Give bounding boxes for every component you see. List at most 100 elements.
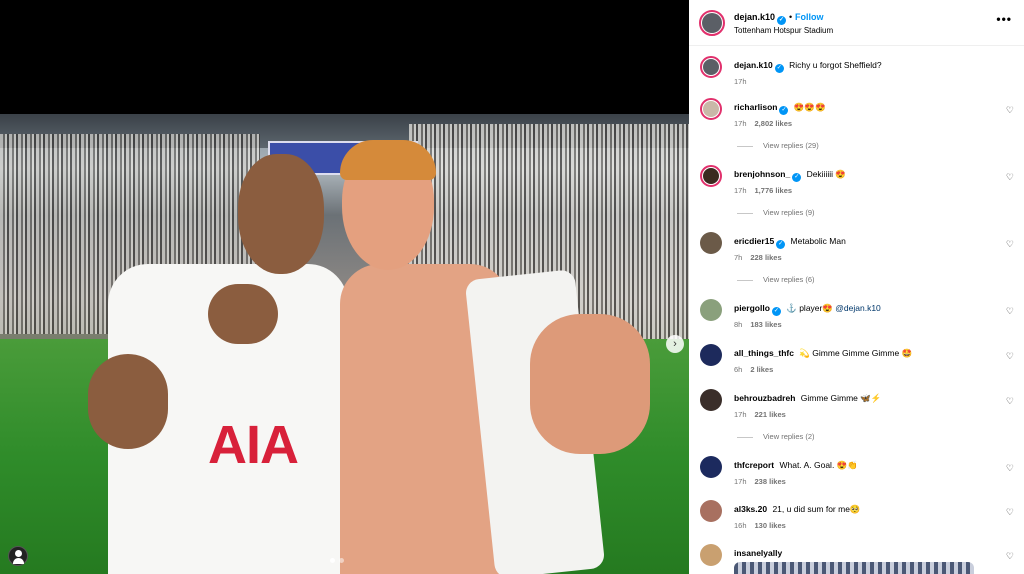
comment-text: al3ks.20 21, u did sum for me🥺	[734, 504, 861, 515]
verified-icon: ✓	[779, 106, 789, 115]
commenter-avatar[interactable]	[700, 456, 722, 478]
post-media: AIA ›	[0, 0, 689, 574]
comment-text: thfcreport What. A. Goal. 😍👏	[734, 460, 858, 471]
comment-text: ericdier15 ✓ Metabolic Man	[734, 236, 846, 249]
comment-meta: 17h 1,776 likes	[734, 186, 800, 195]
author-username[interactable]: dejan.k10 ✓	[734, 12, 787, 25]
like-heart-icon[interactable]: ♡	[1006, 463, 1014, 474]
like-heart-icon[interactable]: ♡	[1006, 239, 1014, 250]
commenter-avatar[interactable]	[700, 165, 722, 187]
view-replies-button[interactable]: View replies (6)	[737, 275, 815, 284]
comment-time[interactable]: 6h	[734, 365, 742, 374]
post-header: dejan.k10 ✓ • Follow Tottenham Hotspur St…	[689, 0, 1024, 46]
comment-likes[interactable]: 2 likes	[750, 365, 773, 374]
player-right-arm	[530, 314, 650, 454]
comment-time[interactable]: 8h	[734, 320, 742, 329]
commenter-username[interactable]: ericdier15	[734, 236, 774, 246]
carousel-dot	[330, 558, 335, 563]
tagged-users-icon[interactable]	[8, 546, 28, 566]
comment-text: all_things_thfc 💫 Gimme Gimme Gimme 🤩	[734, 348, 912, 359]
comment-time[interactable]: 17h	[734, 119, 747, 128]
comment-likes[interactable]: 130 likes	[755, 521, 786, 530]
comment-text: piergollo ✓ ⚓ player😍 @dejan.k10	[734, 303, 881, 316]
view-replies-button[interactable]: View replies (2)	[737, 432, 815, 441]
like-heart-icon[interactable]: ♡	[1006, 551, 1014, 562]
comment-body: Dekiiiiii 😍	[804, 169, 846, 179]
comment-likes[interactable]: 238 likes	[755, 477, 786, 486]
comment-time[interactable]: 17h	[734, 77, 747, 86]
commenter-avatar[interactable]	[700, 344, 722, 366]
commenter-avatar[interactable]	[700, 299, 722, 321]
like-heart-icon[interactable]: ♡	[1006, 507, 1014, 518]
comment-body: What. A. Goal. 😍👏	[777, 460, 858, 470]
commenter-avatar[interactable]	[700, 56, 722, 78]
commenter-avatar[interactable]	[700, 232, 722, 254]
commenter-avatar[interactable]	[700, 544, 722, 566]
comment-meta: 16h 130 likes	[734, 521, 794, 530]
comment-text: brenjohnson_ ✓ Dekiiiiii 😍	[734, 169, 846, 182]
view-replies-button[interactable]: View replies (29)	[737, 141, 819, 150]
comment-time[interactable]: 17h	[734, 186, 747, 195]
carousel-next-button[interactable]: ›	[666, 335, 684, 353]
player-right	[330, 140, 650, 574]
commenter-username[interactable]: al3ks.20	[734, 504, 767, 514]
verified-icon: ✓	[792, 173, 802, 182]
comments-panel: dejan.k10 ✓ • Follow Tottenham Hotspur St…	[689, 0, 1024, 574]
view-replies-button[interactable]: View replies (9)	[737, 208, 815, 217]
comment-meta: 17h	[734, 77, 755, 86]
carousel-dots	[330, 558, 344, 563]
media-preview-strip	[734, 562, 974, 574]
author-username-text[interactable]: dejan.k10	[734, 12, 775, 22]
comment-body: Richy u forgot Sheffield?	[786, 60, 882, 70]
commenter-username[interactable]: thfcreport	[734, 460, 774, 470]
comment-likes[interactable]: 221 likes	[755, 410, 786, 419]
comment-mention[interactable]: @dejan.k10	[835, 303, 881, 313]
comment-meta: 7h 228 likes	[734, 253, 790, 262]
post-location[interactable]: Tottenham Hotspur Stadium	[734, 26, 833, 35]
comment-body: Gimme Gimme 🦋⚡	[798, 393, 882, 403]
comment-time[interactable]: 17h	[734, 477, 747, 486]
like-heart-icon[interactable]: ♡	[1006, 306, 1014, 317]
commenter-avatar[interactable]	[700, 98, 722, 120]
commenter-username[interactable]: insanelyally	[734, 548, 782, 558]
verified-icon: ✓	[771, 307, 781, 316]
comment-likes[interactable]: 1,776 likes	[755, 186, 793, 195]
player-right-hair	[340, 140, 436, 180]
commenter-username[interactable]: behrouzbadreh	[734, 393, 795, 403]
comment-time[interactable]: 16h	[734, 521, 747, 530]
comment-time[interactable]: 17h	[734, 410, 747, 419]
comment-likes[interactable]: 2,802 likes	[755, 119, 793, 128]
shirt-sponsor-text: AIA	[208, 415, 299, 475]
more-options-icon[interactable]: •••	[996, 12, 1012, 26]
commenter-avatar[interactable]	[700, 389, 722, 411]
comment-likes[interactable]: 228 likes	[750, 253, 781, 262]
player-left-arm	[88, 354, 168, 449]
comment-time[interactable]: 7h	[734, 253, 742, 262]
comment-text: insanelyally	[734, 548, 785, 558]
like-heart-icon[interactable]: ♡	[1006, 172, 1014, 183]
like-heart-icon[interactable]: ♡	[1006, 351, 1014, 362]
carousel-dot	[339, 558, 344, 563]
verified-icon: ✓	[776, 240, 786, 249]
player-left: AIA	[88, 154, 348, 574]
comment-body: 💫 Gimme Gimme Gimme 🤩	[796, 348, 913, 358]
comment-meta: 17h 221 likes	[734, 410, 794, 419]
follow-button[interactable]: Follow	[795, 12, 824, 22]
commenter-username[interactable]: richarlison	[734, 102, 777, 112]
comment-likes[interactable]: 183 likes	[750, 320, 781, 329]
comment-body: Metabolic Man	[788, 236, 846, 246]
commenter-username[interactable]: piergollo	[734, 303, 770, 313]
commenter-username[interactable]: dejan.k10	[734, 60, 773, 70]
author-avatar[interactable]	[699, 10, 725, 36]
player-left-fist	[208, 284, 278, 344]
commenter-username[interactable]: all_things_thfc	[734, 348, 794, 358]
like-heart-icon[interactable]: ♡	[1006, 105, 1014, 116]
commenter-username[interactable]: brenjohnson_	[734, 169, 790, 179]
commenter-avatar[interactable]	[700, 500, 722, 522]
post-photo[interactable]: AIA	[0, 114, 689, 574]
comment-meta: 6h 2 likes	[734, 365, 781, 374]
comment-text: dejan.k10 ✓ Richy u forgot Sheffield?	[734, 60, 882, 73]
verified-icon: ✓	[777, 16, 787, 25]
like-heart-icon[interactable]: ♡	[1006, 396, 1014, 407]
player-left-head	[238, 154, 324, 274]
